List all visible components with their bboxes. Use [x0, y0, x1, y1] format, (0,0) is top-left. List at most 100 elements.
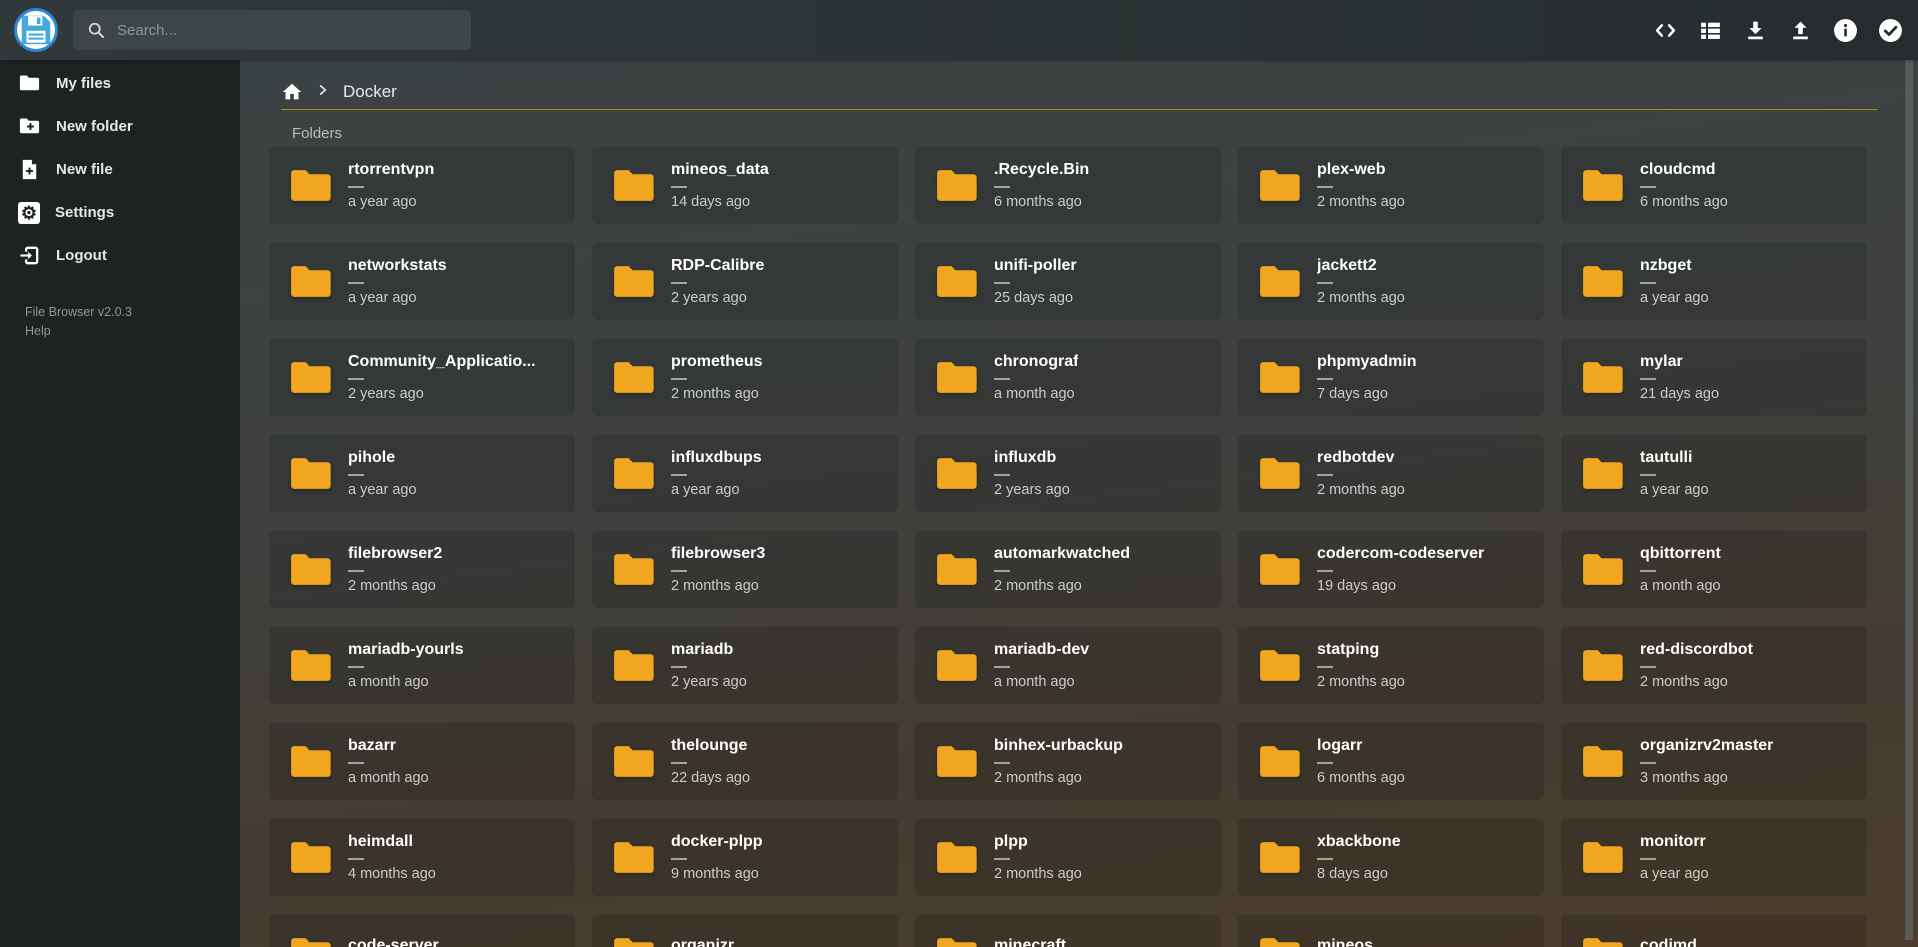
folder-card[interactable]: binhex-urbackup 2 months ago [915, 723, 1221, 800]
list-view-icon[interactable] [1698, 18, 1723, 43]
sidebar: My files New folder New file ⚙ Settings [0, 60, 240, 947]
folder-time: 21 days ago [1640, 386, 1719, 402]
folder-name: unifi-poller [994, 257, 1077, 275]
sidebar-item-logout[interactable]: Logout [0, 234, 240, 277]
folder-time: 8 days ago [1317, 866, 1401, 882]
folder-name: organizrv2master [1640, 737, 1773, 755]
folder-time: a month ago [994, 674, 1089, 690]
folder-card[interactable]: minecraft [915, 915, 1221, 947]
folder-name: chronograf [994, 353, 1078, 371]
folder-card[interactable]: plpp 2 months ago [915, 819, 1221, 896]
folder-card[interactable]: logarr 6 months ago [1238, 723, 1544, 800]
folder-card[interactable]: codimd [1561, 915, 1867, 947]
folder-separator [348, 858, 364, 860]
folder-time: 7 days ago [1317, 386, 1417, 402]
folder-card[interactable]: docker-plpp 9 months ago [592, 819, 898, 896]
folder-card[interactable]: chronograf a month ago [915, 339, 1221, 416]
folder-card[interactable]: code-server [269, 915, 575, 947]
folder-separator [671, 666, 687, 668]
info-icon[interactable] [1833, 18, 1858, 43]
code-icon[interactable] [1653, 18, 1678, 43]
folder-card[interactable]: statping 2 months ago [1238, 627, 1544, 704]
folder-grid: rtorrentvpn a year ago mineos_data 14 da… [269, 147, 1867, 947]
folder-icon [612, 936, 654, 947]
folder-card[interactable]: mineos_data 14 days ago [592, 147, 898, 224]
folder-name: mylar [1640, 353, 1719, 371]
folder-card[interactable]: influxdbups a year ago [592, 435, 898, 512]
folder-card[interactable]: plex-web 2 months ago [1238, 147, 1544, 224]
folder-card[interactable]: .Recycle.Bin 6 months ago [915, 147, 1221, 224]
folder-card[interactable]: influxdb 2 years ago [915, 435, 1221, 512]
upload-icon[interactable] [1788, 18, 1813, 43]
folder-icon [612, 648, 654, 683]
folder-card[interactable]: automarkwatched 2 months ago [915, 531, 1221, 608]
folder-card[interactable]: prometheus 2 months ago [592, 339, 898, 416]
folder-card[interactable]: mariadb-yourls a month ago [269, 627, 575, 704]
folder-card[interactable]: monitorr a year ago [1561, 819, 1867, 896]
folder-card[interactable]: Community_Applicatio... 2 years ago [269, 339, 575, 416]
folder-card-text: pihole a year ago [348, 449, 417, 498]
folder-card[interactable]: unifi-poller 25 days ago [915, 243, 1221, 320]
folder-time: a year ago [348, 194, 434, 210]
folder-card[interactable]: organizrv2master 3 months ago [1561, 723, 1867, 800]
folder-separator [994, 282, 1010, 284]
folder-card[interactable]: mylar 21 days ago [1561, 339, 1867, 416]
settings-icon: ⚙ [18, 202, 40, 224]
folder-name: logarr [1317, 737, 1405, 755]
sidebar-item-new-folder[interactable]: New folder [0, 105, 240, 148]
folder-card-text: phpmyadmin 7 days ago [1317, 353, 1417, 402]
folder-card[interactable]: phpmyadmin 7 days ago [1238, 339, 1544, 416]
folder-card[interactable]: xbackbone 8 days ago [1238, 819, 1544, 896]
folder-name: redbotdev [1317, 449, 1405, 467]
folder-card-text: filebrowser2 2 months ago [348, 545, 442, 594]
folder-name: codercom-codeserver [1317, 545, 1484, 563]
folder-card[interactable]: jackett2 2 months ago [1238, 243, 1544, 320]
folder-name: mineos [1317, 937, 1373, 947]
folder-card[interactable]: mariadb-dev a month ago [915, 627, 1221, 704]
sidebar-item-label: Settings [55, 204, 114, 221]
sidebar-item-my-files[interactable]: My files [0, 62, 240, 105]
folder-card[interactable]: mineos [1238, 915, 1544, 947]
folder-card[interactable]: networkstats a year ago [269, 243, 575, 320]
folder-card[interactable]: nzbget a year ago [1561, 243, 1867, 320]
breadcrumb-current[interactable]: Docker [343, 82, 397, 102]
folder-card[interactable]: redbotdev 2 months ago [1238, 435, 1544, 512]
folder-card[interactable]: tautulli a year ago [1561, 435, 1867, 512]
sidebar-item-new-file[interactable]: New file [0, 148, 240, 191]
app-logo[interactable] [14, 8, 58, 52]
folder-card-text: red-discordbot 2 months ago [1640, 641, 1753, 690]
folder-icon [612, 840, 654, 875]
new-file-icon [18, 158, 41, 181]
folder-icon [935, 936, 977, 947]
folder-icon [612, 744, 654, 779]
home-icon[interactable] [281, 81, 303, 103]
folder-name: filebrowser2 [348, 545, 442, 563]
search-bar[interactable] [73, 10, 471, 50]
folder-card[interactable]: filebrowser3 2 months ago [592, 531, 898, 608]
folder-card[interactable]: heimdall 4 months ago [269, 819, 575, 896]
search-input[interactable] [117, 22, 458, 39]
sidebar-item-settings[interactable]: ⚙ Settings [0, 191, 240, 234]
download-icon[interactable] [1743, 18, 1768, 43]
check-icon[interactable] [1878, 18, 1903, 43]
folder-time: a month ago [1640, 578, 1721, 594]
folder-card[interactable]: filebrowser2 2 months ago [269, 531, 575, 608]
folder-time: 25 days ago [994, 290, 1077, 306]
folder-card[interactable]: bazarr a month ago [269, 723, 575, 800]
folder-card-text: Community_Applicatio... 2 years ago [348, 353, 536, 402]
folder-name: heimdall [348, 833, 436, 851]
folder-card-text: minecraft [994, 937, 1066, 947]
folder-card[interactable]: mariadb 2 years ago [592, 627, 898, 704]
folder-card[interactable]: cloudcmd 6 months ago [1561, 147, 1867, 224]
folder-card[interactable]: thelounge 22 days ago [592, 723, 898, 800]
scrollbar-thumb[interactable] [1905, 58, 1913, 940]
folder-card[interactable]: rtorrentvpn a year ago [269, 147, 575, 224]
folder-card[interactable]: organizr [592, 915, 898, 947]
help-link[interactable]: Help [25, 322, 240, 341]
folder-card[interactable]: red-discordbot 2 months ago [1561, 627, 1867, 704]
folder-card[interactable]: pihole a year ago [269, 435, 575, 512]
main-content: Docker Folders rtorrentvpn a year ago mi… [240, 60, 1918, 947]
folder-card[interactable]: codercom-codeserver 19 days ago [1238, 531, 1544, 608]
folder-card[interactable]: qbittorrent a month ago [1561, 531, 1867, 608]
folder-card[interactable]: RDP-Calibre 2 years ago [592, 243, 898, 320]
